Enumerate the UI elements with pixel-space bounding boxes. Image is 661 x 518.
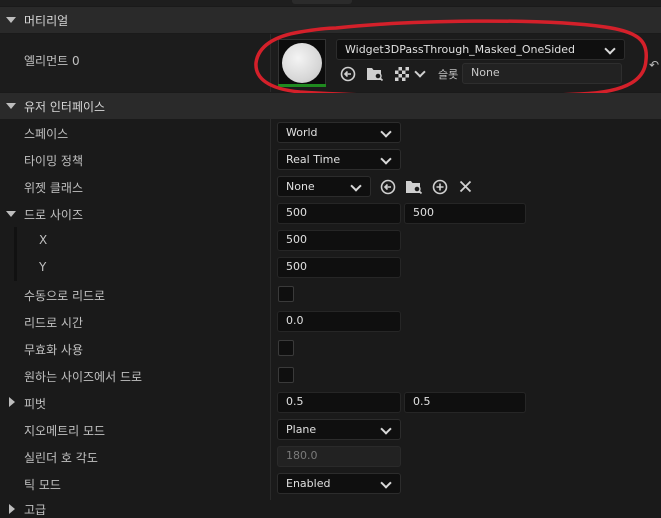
material-asset-picker[interactable]: Widget3DPassThrough_Masked_OneSided	[336, 39, 625, 60]
chevron-down-icon	[350, 180, 362, 192]
checker-options-icon[interactable]	[395, 67, 409, 81]
pivot-x-field[interactable]: 0.5	[277, 392, 401, 413]
create-class-icon[interactable]	[432, 179, 448, 195]
widget-class-row: 위젯 클래스 None	[0, 173, 661, 200]
chevron-down-icon	[604, 43, 616, 55]
space-value: World	[286, 126, 318, 139]
pivot-label: 피벗	[24, 397, 47, 411]
draw-size-x-row: X 500	[0, 227, 661, 254]
slot-field[interactable]: None	[462, 63, 622, 84]
draw-size-row: 드로 사이즈 500 500	[0, 200, 661, 227]
manual-redraw-checkbox[interactable]	[278, 286, 294, 302]
space-label: 스페이스	[24, 127, 69, 141]
use-invalidation-checkbox[interactable]	[278, 340, 294, 356]
draw-size-y-sub-field[interactable]: 500	[277, 257, 401, 278]
geometry-mode-combo[interactable]: Plane	[277, 419, 401, 440]
thumbnail-type-bar	[278, 84, 326, 87]
tick-mode-label: 틱 모드	[24, 478, 61, 492]
geometry-mode-value: Plane	[286, 423, 317, 436]
cylinder-arc-angle-field: 180.0	[277, 446, 401, 467]
redraw-time-value: 0.0	[286, 314, 304, 327]
user-interface-category-header[interactable]: 유저 인터페이스	[0, 93, 661, 119]
draw-size-y-field[interactable]: 500	[404, 203, 526, 224]
top-partial-row	[0, 0, 661, 6]
draw-size-y-value: 500	[413, 206, 434, 219]
draw-at-desired-size-checkbox[interactable]	[278, 367, 294, 383]
browse-class-icon[interactable]	[405, 178, 423, 195]
draw-size-y-sub-value: 500	[286, 260, 307, 273]
draw-size-label: 드로 사이즈	[24, 208, 84, 222]
draw-at-desired-size-row: 원하는 사이즈에서 드로	[0, 362, 661, 389]
slot-value: None	[471, 66, 500, 79]
timing-policy-row: 타이밍 정책 Real Time	[0, 146, 661, 173]
widget-class-combo[interactable]: None	[277, 176, 371, 197]
column-splitter[interactable]	[270, 34, 271, 92]
draw-size-x-sub-field[interactable]: 500	[277, 230, 401, 251]
collapse-arrow-icon[interactable]	[6, 103, 16, 109]
timing-policy-label: 타이밍 정책	[24, 154, 84, 168]
use-invalidation-label: 무효화 사용	[24, 343, 84, 357]
timing-policy-combo[interactable]: Real Time	[277, 149, 401, 170]
redraw-time-row: 리드로 시간 0.0	[0, 308, 661, 335]
draw-size-y-row: Y 500	[0, 254, 661, 281]
draw-size-x-label: X	[39, 233, 48, 247]
reset-to-default-icon[interactable]: ↶	[649, 58, 659, 72]
widget-class-label: 위젯 클래스	[24, 181, 84, 195]
geometry-mode-label: 지오메트리 모드	[24, 424, 106, 438]
pivot-y-field[interactable]: 0.5	[404, 392, 526, 413]
tick-mode-value: Enabled	[286, 477, 331, 490]
cylinder-arc-angle-label: 실린더 호 각도	[24, 451, 98, 465]
draw-size-x-field[interactable]: 500	[277, 203, 401, 224]
clear-class-icon[interactable]	[459, 180, 472, 193]
use-selected-asset-icon[interactable]	[340, 66, 356, 82]
material-category-header[interactable]: 머티리얼	[0, 7, 661, 33]
material-thumbnail[interactable]	[278, 39, 326, 87]
expand-arrow-icon[interactable]	[9, 397, 15, 407]
collapse-arrow-icon[interactable]	[6, 17, 16, 23]
top-partial-field[interactable]	[292, 0, 352, 4]
chevron-down-icon	[380, 126, 392, 138]
chevron-down-icon	[380, 423, 392, 435]
draw-size-x-value: 500	[286, 206, 307, 219]
manual-redraw-row: 수동으로 리드로	[0, 281, 661, 308]
tick-mode-row: 틱 모드 Enabled	[0, 470, 661, 497]
space-row: 스페이스 World	[0, 119, 661, 146]
widget-class-value: None	[286, 180, 315, 193]
expand-arrow-icon[interactable]	[9, 504, 15, 514]
use-selected-class-icon[interactable]	[380, 179, 396, 195]
use-invalidation-row: 무효화 사용	[0, 335, 661, 362]
options-chevron-down-icon[interactable]	[414, 66, 426, 78]
pivot-row: 피벗 0.5 0.5	[0, 389, 661, 416]
advanced-label: 고급	[24, 503, 47, 517]
advanced-row[interactable]: 고급	[0, 498, 661, 517]
space-combo[interactable]: World	[277, 122, 401, 143]
material-category-label: 머티리얼	[24, 14, 69, 28]
chevron-down-icon	[380, 477, 392, 489]
browse-asset-icon[interactable]	[366, 65, 384, 82]
manual-redraw-label: 수동으로 리드로	[24, 289, 106, 303]
tick-mode-combo[interactable]: Enabled	[277, 473, 401, 494]
draw-size-x-sub-value: 500	[286, 233, 307, 246]
cylinder-arc-angle-row: 실린더 호 각도 180.0	[0, 443, 661, 470]
pivot-y-value: 0.5	[413, 395, 431, 408]
redraw-time-label: 리드로 시간	[24, 316, 84, 330]
slot-label: 슬롯	[438, 68, 459, 81]
redraw-time-field[interactable]: 0.0	[277, 311, 401, 332]
cylinder-arc-angle-value: 180.0	[286, 449, 318, 462]
pivot-x-value: 0.5	[286, 395, 304, 408]
material-sphere-preview	[282, 43, 322, 83]
chevron-down-icon	[380, 153, 392, 165]
timing-policy-value: Real Time	[286, 153, 341, 166]
material-asset-name: Widget3DPassThrough_Masked_OneSided	[345, 43, 576, 56]
user-interface-category-label: 유저 인터페이스	[24, 100, 106, 114]
element-label: 엘리먼트 0	[24, 54, 80, 68]
expand-arrow-icon[interactable]	[6, 211, 16, 217]
draw-size-y-label: Y	[39, 260, 47, 274]
geometry-mode-row: 지오메트리 모드 Plane	[0, 416, 661, 443]
draw-at-desired-size-label: 원하는 사이즈에서 드로	[24, 370, 143, 384]
material-element-row: 엘리먼트 0 Widget3DPassThrough_Masked_OneSid…	[0, 19, 661, 99]
